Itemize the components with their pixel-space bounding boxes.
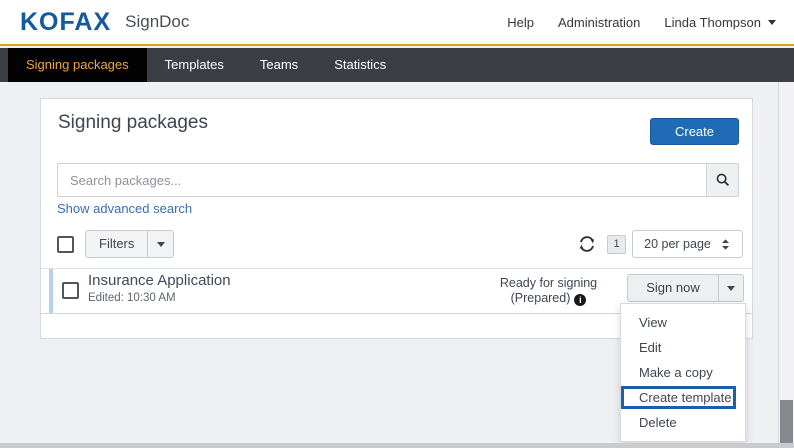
refresh-button[interactable] [577, 234, 597, 254]
sign-now-label[interactable]: Sign now [628, 275, 718, 301]
chevron-down-icon [768, 20, 776, 25]
chevron-down-icon [157, 242, 165, 247]
tab-signing-packages[interactable]: Signing packages [8, 48, 147, 82]
row-checkbox[interactable] [62, 282, 79, 299]
filters-dropdown-toggle[interactable] [147, 231, 173, 257]
header-links: Help Administration Linda Thompson [507, 15, 794, 30]
create-package-button[interactable]: Create package [650, 118, 739, 145]
select-all-checkbox[interactable] [57, 236, 74, 253]
chevron-down-icon [727, 286, 735, 291]
window-bottom-edge [0, 443, 794, 448]
product-name: SignDoc [125, 12, 189, 32]
per-page-select[interactable]: 20 per page [632, 230, 743, 258]
help-link[interactable]: Help [507, 15, 534, 30]
per-page-value: 20 per page [644, 237, 711, 251]
tab-templates[interactable]: Templates [147, 48, 242, 82]
tab-teams[interactable]: Teams [242, 48, 316, 82]
menu-item-create-template[interactable]: Create template [621, 386, 736, 409]
info-icon[interactable]: i [574, 294, 586, 306]
page-title: Signing packages [58, 112, 208, 134]
page-number[interactable]: 1 [607, 235, 626, 254]
refresh-icon [577, 234, 597, 254]
user-name: Linda Thompson [664, 15, 761, 30]
menu-item-delete[interactable]: Delete [621, 410, 745, 435]
tab-statistics[interactable]: Statistics [316, 48, 404, 82]
app-header: KOFAX SignDoc Help Administration Linda … [0, 0, 794, 46]
package-edited-time: Edited: 10:30 AM [88, 292, 176, 304]
search-icon [715, 172, 731, 188]
package-name-link[interactable]: Insurance Application [88, 272, 231, 289]
sign-now-dropdown-toggle[interactable] [718, 275, 743, 301]
administration-link[interactable]: Administration [558, 15, 640, 30]
vertical-scrollbar[interactable] [778, 82, 794, 448]
search-button[interactable] [706, 163, 739, 197]
row-accent-bar [49, 269, 53, 313]
status-line1: Ready for signing [500, 276, 597, 290]
updown-caret-icon [720, 238, 731, 251]
sign-now-button[interactable]: Sign now [627, 274, 744, 302]
row-actions-menu: View Edit Make a copy Create template De… [620, 303, 746, 442]
scrollbar-thumb[interactable] [780, 400, 793, 443]
kofax-logo: KOFAX [20, 8, 111, 37]
filters-button-label[interactable]: Filters [86, 231, 147, 257]
advanced-search-link[interactable]: Show advanced search [57, 201, 192, 216]
menu-item-edit[interactable]: Edit [621, 335, 745, 360]
user-menu[interactable]: Linda Thompson [664, 15, 776, 30]
status-line2: (Prepared) [511, 291, 571, 305]
app-window: KOFAX SignDoc Help Administration Linda … [0, 0, 794, 448]
search-input[interactable] [57, 163, 707, 197]
package-status: Ready for signing (Prepared)i [481, 276, 616, 306]
filters-button[interactable]: Filters [85, 230, 174, 258]
main-nav: Signing packages Templates Teams Statist… [0, 48, 794, 82]
menu-item-view[interactable]: View [621, 310, 745, 335]
menu-item-make-a-copy[interactable]: Make a copy [621, 360, 745, 385]
